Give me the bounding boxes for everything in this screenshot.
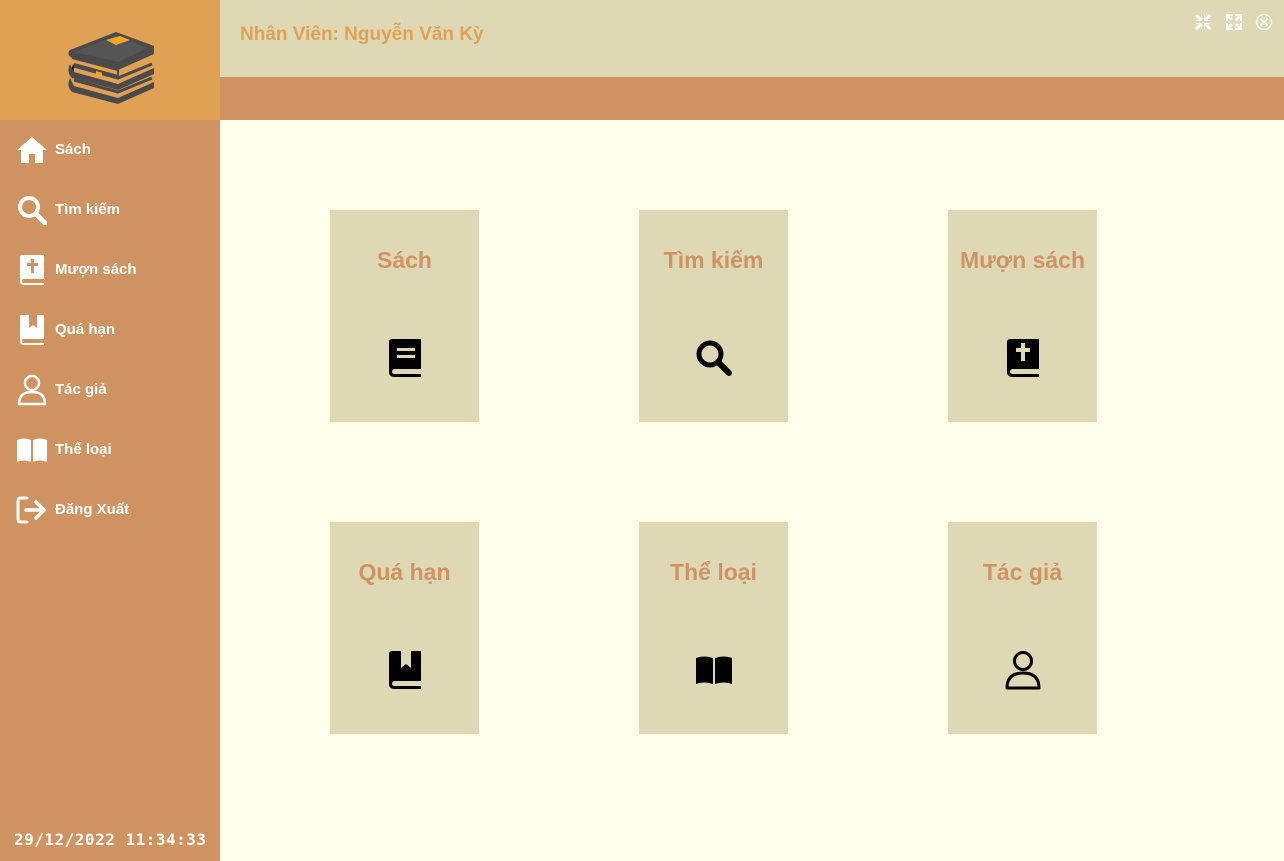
sidebar-item-label: Tác giả [55,381,107,398]
sidebar-item-qua-han[interactable]: Quá hạn [0,300,220,360]
user-icon [16,374,48,406]
tile-label: Mượn sách [959,247,1086,273]
bookmark-book-icon [16,314,48,346]
sidebar: Sách Tìm kiếm Mượn sách Quá hạn Tác giả [0,0,220,861]
sidebar-item-label: Đăng Xuất [55,501,130,518]
open-book-icon [639,648,788,692]
tile-muon-sach[interactable]: Mượn sách [948,210,1097,422]
home-icon [16,134,48,166]
tile-sach[interactable]: Sách [330,210,479,422]
close-circle-icon[interactable] [1254,12,1274,32]
stack-of-books-logo [68,32,154,104]
sidebar-item-label: Sách [55,141,91,158]
open-book-icon [16,434,48,466]
header: Nhân Viên: Nguyễn Văn Kỳ [220,0,1284,77]
sidebar-item-tim-kiem[interactable]: Tìm kiếm [0,180,220,240]
expand-icon[interactable] [1224,12,1244,32]
employee-name: Nhân Viên: Nguyễn Văn Kỳ [240,24,484,45]
tile-label: Sách [377,247,432,273]
tile-label: Thể loại [670,559,757,585]
bible-icon [16,254,48,286]
bookmark-book-icon [330,648,479,692]
sidebar-item-label: Thể loại [55,441,112,458]
sidebar-item-label: Mượn sách [55,261,137,278]
sidebar-item-the-loai[interactable]: Thể loại [0,420,220,480]
shrink-icon[interactable] [1193,12,1213,32]
tile-tac-gia[interactable]: Tác giả [948,522,1097,734]
sidebar-item-tac-gia[interactable]: Tác giả [0,360,220,420]
tile-label: Quá hạn [358,559,451,585]
logo-area [0,0,220,120]
bible-icon [948,336,1097,380]
sidebar-nav: Sách Tìm kiếm Mượn sách Quá hạn Tác giả [0,120,220,540]
tile-tim-kiem[interactable]: Tìm kiếm [639,210,788,422]
tile-label: Tìm kiếm [663,247,764,273]
datetime-display: 29/12/2022 11:34:33 [14,830,207,849]
sidebar-item-sach[interactable]: Sách [0,120,220,180]
user-icon [948,648,1097,692]
sidebar-item-label: Tìm kiếm [55,201,121,218]
sidebar-item-label: Quá hạn [55,321,116,338]
tile-the-loai[interactable]: Thể loại [639,522,788,734]
logout-icon [16,494,48,526]
book-icon [330,336,479,380]
tile-label: Tác giả [982,559,1063,585]
search-icon [16,194,48,226]
search-icon [639,336,788,380]
header-band [220,77,1284,120]
sidebar-item-muon-sach[interactable]: Mượn sách [0,240,220,300]
sidebar-item-dang-xuat[interactable]: Đăng Xuất [0,480,220,540]
tile-qua-han[interactable]: Quá hạn [330,522,479,734]
